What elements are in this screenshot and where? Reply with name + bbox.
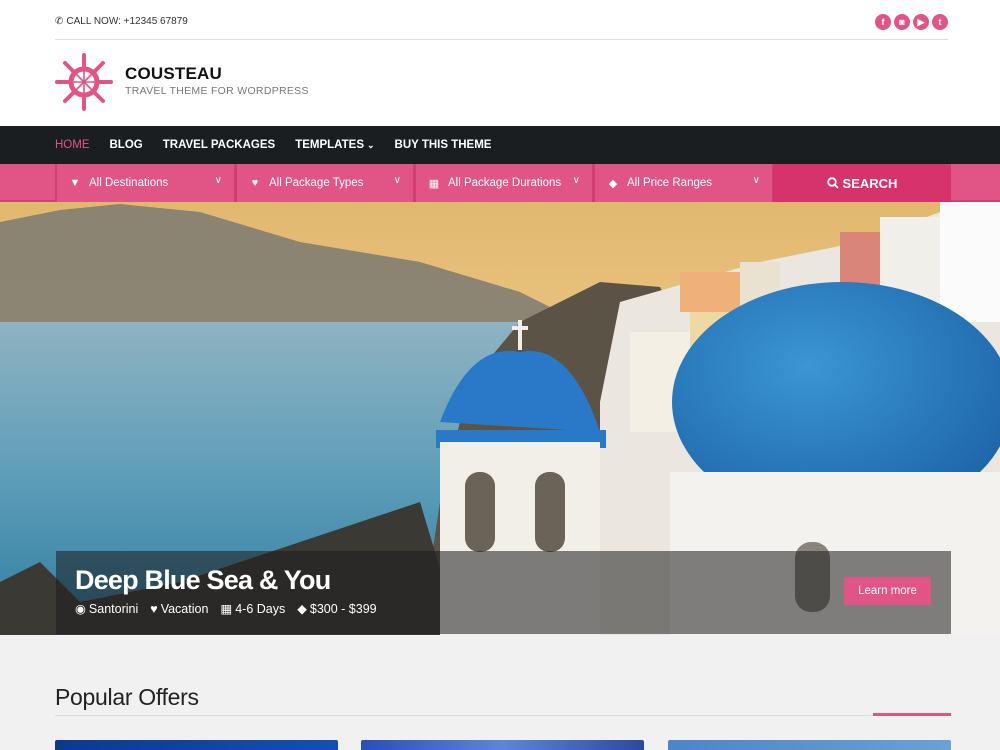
nav-item-blog[interactable]: BLOG bbox=[110, 139, 143, 151]
hero-caption: Deep Blue Sea & You ◉ Santorini ♥ Vacation… bbox=[56, 551, 951, 634]
hero-title[interactable]: Deep Blue Sea & You bbox=[75, 565, 331, 596]
package-duration-select-label: All Package Durations bbox=[448, 177, 562, 189]
ship-wheel-icon[interactable] bbox=[54, 51, 114, 111]
search-icon bbox=[826, 177, 839, 189]
offer-card[interactable] bbox=[361, 740, 644, 750]
chevron-down-icon: ∨ bbox=[572, 175, 580, 186]
offer-card[interactable] bbox=[668, 740, 951, 750]
search-button-label: SEARCH bbox=[842, 175, 898, 191]
call-now-text: CALL NOW: +12345 67879 bbox=[66, 16, 188, 27]
instagram-icon[interactable]: ◙ bbox=[894, 14, 910, 30]
nav-item-home[interactable]: HOME bbox=[55, 139, 90, 151]
section-title: Popular Offers bbox=[55, 684, 199, 710]
top-header: ✆ CALL NOW: +12345 67879 f ◙ ▶ t COUSTEA… bbox=[0, 0, 1000, 126]
nav-item-templates-label: TEMPLATES bbox=[295, 139, 364, 151]
hero-meta-duration: ▦ 4-6 Days bbox=[220, 601, 286, 617]
hero-meta-price: ◆ $300 - $399 bbox=[297, 601, 377, 617]
site-tagline: TRAVEL THEME FOR WORDPRESS bbox=[125, 85, 309, 97]
calendar-icon: ▦ bbox=[428, 177, 440, 190]
hero-meta-duration-text: 4-6 Days bbox=[235, 601, 286, 616]
heart-icon: ♥ bbox=[150, 601, 158, 616]
hero-meta-price-text: $300 - $399 bbox=[309, 601, 377, 616]
chevron-down-icon: ∨ bbox=[214, 175, 222, 186]
search-button[interactable]: SEARCH bbox=[773, 164, 951, 202]
hero-meta-type-text: Vacation bbox=[160, 601, 209, 616]
search-filter-bar: ▼ All Destinations ∨ ♥ All Package Types… bbox=[0, 164, 1000, 202]
nav-item-travel-packages[interactable]: TRAVEL PACKAGES bbox=[163, 139, 275, 151]
chevron-down-icon: ∨ bbox=[393, 175, 401, 186]
map-marker-icon: ▼ bbox=[69, 177, 81, 189]
map-marker-icon: ◉ bbox=[75, 602, 86, 616]
package-duration-select[interactable]: ▦ All Package Durations ∨ bbox=[414, 164, 593, 202]
section-accent-bar bbox=[873, 713, 951, 716]
price-range-select[interactable]: ◆ All Price Ranges ∨ bbox=[593, 164, 773, 202]
nav-item-templates[interactable]: TEMPLATES ⌄ bbox=[295, 139, 374, 151]
hero-meta-type: ♥ Vacation bbox=[150, 601, 208, 616]
tag-icon: ◆ bbox=[608, 177, 618, 190]
divider bbox=[55, 715, 951, 716]
hero-meta: ◉ Santorini ♥ Vacation ▦ 4-6 Days ◆ $300 - $… bbox=[75, 601, 377, 617]
youtube-icon[interactable]: ▶ bbox=[913, 14, 929, 30]
facebook-icon[interactable]: f bbox=[875, 14, 891, 30]
nav-item-buy-this-theme[interactable]: BUY THIS THEME bbox=[395, 139, 492, 151]
calendar-icon: ▦ bbox=[220, 602, 233, 616]
brand[interactable]: COUSTEAU TRAVEL THEME FOR WORDPRESS bbox=[125, 64, 309, 97]
divider bbox=[55, 39, 948, 40]
heart-icon: ♥ bbox=[251, 177, 259, 189]
call-now: ✆ CALL NOW: +12345 67879 bbox=[55, 16, 188, 27]
destination-select-label: All Destinations bbox=[89, 177, 169, 189]
package-type-select[interactable]: ♥ All Package Types ∨ bbox=[235, 164, 414, 202]
chevron-down-icon: ⌄ bbox=[367, 139, 375, 150]
learn-more-button[interactable]: Learn more bbox=[844, 577, 931, 605]
offer-card[interactable] bbox=[55, 740, 338, 750]
chevron-down-icon: ∨ bbox=[752, 175, 760, 186]
hero-meta-destination: ◉ Santorini bbox=[75, 601, 139, 617]
twitter-icon[interactable]: t bbox=[932, 14, 948, 30]
package-type-select-label: All Package Types bbox=[269, 177, 364, 189]
destination-select[interactable]: ▼ All Destinations ∨ bbox=[55, 164, 235, 202]
hero-meta-destination-text: Santorini bbox=[88, 601, 139, 616]
price-range-select-label: All Price Ranges bbox=[627, 177, 713, 189]
social-links: f ◙ ▶ t bbox=[875, 14, 948, 30]
phone-icon: ✆ bbox=[55, 16, 64, 27]
site-title[interactable]: COUSTEAU bbox=[125, 64, 309, 84]
main-nav: HOME BLOG TRAVEL PACKAGES TEMPLATES ⌄ BUY… bbox=[0, 126, 1000, 164]
tag-icon: ◆ bbox=[297, 602, 307, 616]
